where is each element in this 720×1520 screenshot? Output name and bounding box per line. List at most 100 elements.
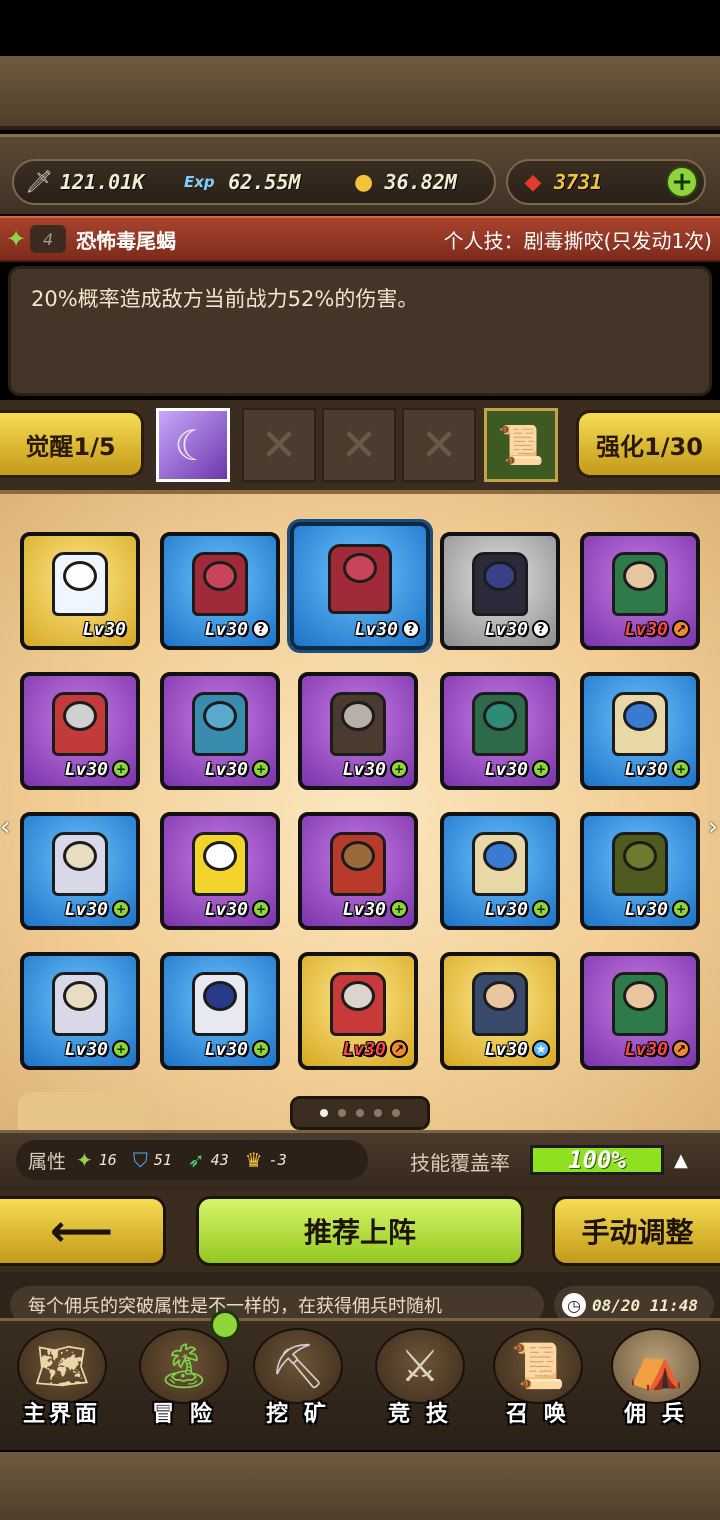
card-level: Lv30 (484, 899, 528, 920)
card-level: Lv30 (204, 899, 248, 920)
mercenary-card[interactable]: Lv30 + (580, 812, 700, 930)
mercenary-card[interactable]: Lv30? (290, 522, 430, 650)
mercenary-card[interactable]: Lv30 ↗ (580, 532, 700, 650)
white-bear-sprite (52, 552, 108, 616)
nav-mercenary[interactable]: ⛺ 佣 兵 (596, 1328, 716, 1438)
crossed-swords-icon: ⚔ (375, 1328, 465, 1404)
mercenary-card[interactable]: Lv30 + (160, 952, 280, 1070)
sailor-girl-sprite (192, 972, 248, 1036)
sprite-head (203, 701, 237, 731)
green-haired-girl-sprite (472, 692, 528, 756)
mercenary-card[interactable]: Lv30 (20, 532, 140, 650)
nav-adventure[interactable]: 🏝 冒 险 (124, 1328, 244, 1438)
upgrade-badge-icon: ↗ (672, 620, 690, 638)
card-level: Lv30 (204, 759, 248, 780)
coverage-bar: 100% (530, 1145, 664, 1175)
nav-main[interactable]: 🗺 主界面 (2, 1328, 122, 1438)
card-level: Lv30 (624, 759, 668, 780)
old-wizard-sprite (330, 972, 386, 1036)
awaken-slot-3[interactable]: ✕ (322, 408, 396, 482)
awaken-slot-4[interactable]: ✕ (402, 408, 476, 482)
scroll-icon: 📜 (497, 422, 545, 467)
enhance-button[interactable]: 强化1/30 (576, 410, 720, 478)
skill-description-panel: 20%概率造成敌方当前战力52%的伤害。 (8, 266, 712, 396)
gold-value: 36.82M (384, 170, 457, 194)
card-level: Lv30 (64, 899, 108, 920)
expand-up-icon[interactable]: ▲ (674, 1150, 688, 1171)
attack-value: 121.01K (60, 170, 145, 194)
resource-bar: 🗡 121.01K Exp 62.55M ● 36.82M ◆ 3731 + (0, 134, 720, 214)
mercenary-card[interactable]: Lv30 + (298, 812, 418, 930)
mercenary-card[interactable]: Lv30 + (20, 812, 140, 930)
upgrade-badge-icon: ↗ (672, 1040, 690, 1058)
plus-badge-icon: + (112, 1040, 130, 1058)
nav-summon[interactable]: 📜 召 唤 (478, 1328, 598, 1438)
bearded-warrior-sprite (612, 552, 668, 616)
unit-name: 恐怖毒尾蝎 (76, 228, 177, 253)
recommend-button[interactable]: 推荐上阵 (196, 1196, 524, 1266)
red-scorpion-sprite (192, 552, 248, 616)
skill-bar: ✦ 4 恐怖毒尾蝎 个人技：剧毒撕咬(只发动1次) (0, 216, 720, 262)
blue-twin-tails-sprite (612, 692, 668, 756)
page-indicator[interactable] (290, 1096, 430, 1130)
attribute-pill: 属性 ✦ 16 ⛉ 51 ➶ 43 ♛ -3 (16, 1140, 368, 1180)
scythe-icon: ☾ (174, 420, 212, 470)
mercenary-card[interactable]: Lv30 + (440, 672, 560, 790)
map-background-top (0, 56, 720, 130)
sprite-head (623, 981, 657, 1011)
mercenary-card[interactable]: Lv30 + (20, 672, 140, 790)
plus-badge-icon: + (672, 900, 690, 918)
yellow-robot-cat-sprite (192, 832, 248, 896)
time-text: 08/20 11:48 (592, 1295, 698, 1315)
mercenary-card[interactable]: Lv30 ★ (440, 952, 560, 1070)
leaf-icon: ✦ (76, 1148, 93, 1172)
summon-scroll-icon: 📜 (493, 1328, 583, 1404)
map-scroll-icon: 🗺 (17, 1328, 107, 1404)
plus-badge-icon: + (252, 760, 270, 778)
scroll-slot[interactable]: 📜 (484, 408, 558, 482)
awaken-slot-1[interactable]: ☾ (156, 408, 230, 482)
map-background-bottom (0, 1452, 720, 1520)
attribute-stat-2: 51 (153, 1151, 172, 1169)
upgrade-badge-icon: ↗ (390, 1040, 408, 1058)
goggles-pilot-sprite (330, 832, 386, 896)
nav-arena[interactable]: ⚔ 竞 技 (360, 1328, 480, 1438)
card-level: Lv30 (204, 1039, 248, 1060)
page-dot (338, 1109, 346, 1117)
nav-mercenary-label: 佣 兵 (624, 1402, 688, 1427)
awaken-button[interactable]: 觉醒1/5 (0, 410, 144, 478)
manual-adjust-button[interactable]: 手动调整 (552, 1196, 720, 1266)
mercenary-card[interactable]: Lv30 ↗ (580, 952, 700, 1070)
back-button[interactable]: ⟵ (0, 1196, 166, 1266)
mercenary-card[interactable]: Lv30 + (440, 812, 560, 930)
nav-adventure-label: 冒 险 (152, 1402, 216, 1427)
nav-mining[interactable]: ⛏ 挖 矿 (238, 1328, 358, 1438)
personal-skill: 个人技：剧毒撕咬(只发动1次) (443, 228, 712, 253)
sprite-head (63, 981, 97, 1011)
green-cloak-sprite (612, 832, 668, 896)
red-scorpion-sprite (328, 544, 392, 614)
mercenary-card[interactable]: Lv30 + (20, 952, 140, 1070)
page-dot (374, 1109, 382, 1117)
nav-summon-label: 召 唤 (506, 1402, 570, 1427)
mercenary-card[interactable]: Lv30 + (580, 672, 700, 790)
card-level: Lv30 (64, 759, 108, 780)
mercenary-card[interactable]: Lv30 ↗ (298, 952, 418, 1070)
shield-icon: ⛉ (132, 1148, 148, 1172)
mercenary-card[interactable]: Lv30 + (160, 672, 280, 790)
attribute-stat-4: -3 (268, 1151, 287, 1169)
mercenary-card[interactable]: Lv30? (160, 532, 280, 650)
blue-dragon-sprite (192, 692, 248, 756)
mercenary-card[interactable]: Lv30 + (160, 812, 280, 930)
bald-sage-sprite (472, 972, 528, 1036)
mercenary-card[interactable]: Lv30? (440, 532, 560, 650)
card-level: Lv30 (82, 619, 126, 640)
sprite-head (203, 561, 237, 591)
add-gem-button[interactable]: + (666, 166, 698, 198)
card-level: Lv30 (342, 759, 386, 780)
awaken-slot-2[interactable]: ✕ (242, 408, 316, 482)
card-level: Lv30 (484, 759, 528, 780)
sprite-head (341, 981, 375, 1011)
red-gem-icon: ◆ (524, 169, 542, 195)
mercenary-card[interactable]: Lv30 + (298, 672, 418, 790)
